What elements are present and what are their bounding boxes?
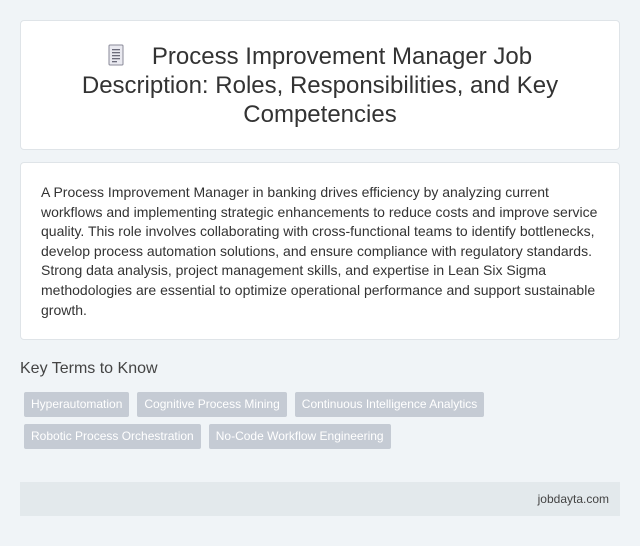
key-terms-list: Hyperautomation Cognitive Process Mining… (24, 392, 604, 456)
title-card: Process Improvement Manager Job Descript… (20, 20, 620, 150)
summary-card: A Process Improvement Manager in banking… (20, 162, 620, 340)
tag-continuous-intelligence-analytics[interactable]: Continuous Intelligence Analytics (294, 392, 485, 417)
footer: jobdayta.com (20, 482, 620, 516)
page-title-text: Process Improvement Manager Job Descript… (81, 42, 559, 128)
footer-site[interactable]: jobdayta.com (538, 492, 609, 506)
tag-no-code-workflow-engineering[interactable]: No-Code Workflow Engineering (208, 424, 391, 449)
tag-row: Hyperautomation Cognitive Process Mining… (24, 392, 604, 417)
page: Process Improvement Manager Job Descript… (0, 0, 640, 546)
tag-row: Robotic Process Orchestration No-Code Wo… (24, 424, 604, 449)
document-icon (108, 44, 124, 65)
tag-hyperautomation[interactable]: Hyperautomation (24, 392, 130, 417)
key-terms-heading: Key Terms to Know (20, 360, 158, 377)
page-title: Process Improvement Manager Job Descript… (61, 42, 579, 129)
tag-cognitive-process-mining[interactable]: Cognitive Process Mining (137, 392, 287, 417)
summary-text: A Process Improvement Manager in banking… (41, 184, 598, 318)
tag-robotic-process-orchestration[interactable]: Robotic Process Orchestration (24, 424, 201, 449)
